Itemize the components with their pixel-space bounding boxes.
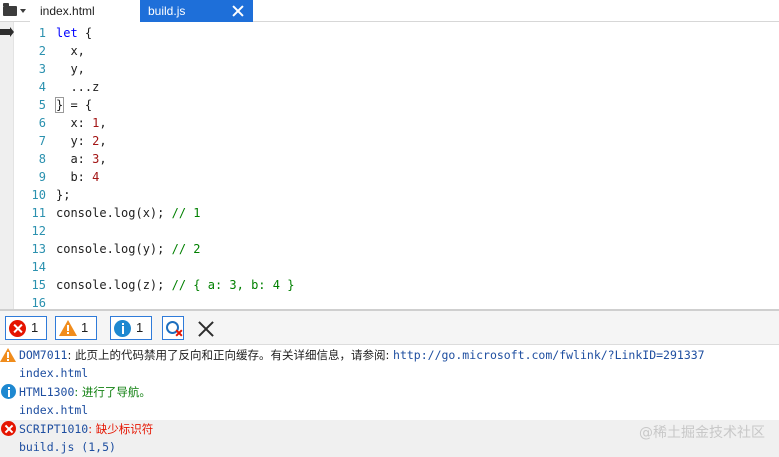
- code-line: 15 console.log(z); // { a: 3, b: 4 }: [14, 276, 295, 294]
- code-text: } = {: [55, 97, 93, 113]
- warning-message[interactable]: DOM7011: 此页上的代码禁用了反向和正向缓存。有关详细信息，请参阅: ht…: [0, 346, 779, 364]
- error-icon: [9, 320, 26, 337]
- warnings-count: 1: [81, 320, 89, 335]
- info-icon: [114, 320, 131, 337]
- code-text: console.log(z); // { a: 3, b: 4 }: [56, 278, 295, 292]
- warning-icon: [59, 320, 77, 336]
- close-icon[interactable]: [231, 4, 245, 18]
- code-line: 1 let {: [14, 24, 92, 42]
- tab-label: build.js: [148, 4, 186, 18]
- line-number: 4: [38, 80, 46, 94]
- info-count: 1: [136, 320, 144, 335]
- message-separator: :: [67, 348, 75, 362]
- chevron-down-icon: [20, 9, 26, 13]
- code-line: 2 x,: [14, 42, 85, 60]
- line-number: 15: [31, 278, 46, 292]
- code-line: 9 b: 4: [14, 168, 100, 186]
- code-text: console.log(x); // 1: [56, 206, 201, 220]
- line-number: 12: [31, 224, 46, 238]
- tab-build-js[interactable]: build.js: [140, 0, 253, 22]
- line-number: 1: [38, 26, 46, 40]
- message-text: 缺少标识符: [95, 422, 154, 436]
- message-text: 进行了导航。: [81, 385, 151, 399]
- message-code: DOM7011: [19, 348, 68, 362]
- code-lines: 1 let {2 x, 3 y, 4 ...z 5} = {6 x: 1, 7 y: 2,…: [14, 24, 295, 309]
- info-filter-button[interactable]: 1: [110, 316, 152, 340]
- line-number: 13: [31, 242, 46, 256]
- message-code: SCRIPT1010: [19, 422, 89, 436]
- code-line: 10};: [14, 186, 71, 204]
- tab-index-html[interactable]: index.html: [30, 0, 140, 22]
- code-line: 16: [14, 294, 46, 309]
- code-text: a: 3,: [56, 152, 107, 166]
- code-text: x,: [56, 44, 85, 58]
- help-link[interactable]: http://go.microsoft.com/fwlink/?LinkID=2…: [393, 348, 705, 362]
- code-line: 5 } = {: [14, 96, 92, 114]
- code-text: b: 4: [56, 170, 100, 184]
- clear-console-button[interactable]: [197, 320, 215, 338]
- code-line: 13 console.log(y); // 2: [14, 240, 201, 258]
- line-number: 3: [38, 62, 46, 76]
- message-source-link[interactable]: index.html: [0, 401, 779, 420]
- code-line: 7 y: 2,: [14, 132, 107, 150]
- info-message[interactable]: HTML1300: 进行了导航。: [0, 383, 779, 401]
- message-line: HTML1300: 进行了导航。: [19, 383, 151, 401]
- tab-label: index.html: [40, 4, 95, 18]
- line-number: 7: [38, 134, 46, 148]
- code-text: y: 2,: [56, 134, 107, 148]
- warning-icon: [0, 348, 16, 362]
- code-editor[interactable]: 1 let {2 x, 3 y, 4 ...z 5} = {6 x: 1, 7 y: 2,…: [0, 22, 779, 309]
- message-separator: :: [74, 385, 82, 399]
- line-number: 16: [31, 296, 46, 309]
- code-line: 4 ...z: [14, 78, 100, 96]
- code-line: 3 y,: [14, 60, 85, 78]
- line-number: 6: [38, 116, 46, 130]
- console-toolbar: 1 1 1: [0, 311, 779, 345]
- message-separator: :: [88, 422, 96, 436]
- open-document-button[interactable]: [0, 0, 30, 22]
- code-line: 6 x: 1,: [14, 114, 107, 132]
- glyph-margin[interactable]: [0, 22, 14, 309]
- code-line: 14: [14, 258, 46, 276]
- code-text: console.log(y); // 2: [56, 242, 201, 256]
- clear-mark-icon: [175, 329, 183, 337]
- current-statement-arrow-icon: [0, 27, 14, 37]
- line-number: 8: [38, 152, 46, 166]
- warnings-filter-button[interactable]: 1: [55, 316, 97, 340]
- error-icon: [1, 421, 16, 436]
- line-number: 14: [31, 260, 46, 274]
- line-number: 11: [31, 206, 46, 220]
- info-icon: [1, 384, 16, 399]
- message-source-link[interactable]: index.html: [0, 364, 779, 383]
- errors-count: 1: [31, 320, 39, 335]
- clear-on-navigate-toggle[interactable]: [162, 316, 184, 340]
- code-text: y,: [56, 62, 85, 76]
- line-number: 10: [31, 188, 46, 202]
- folder-icon: [3, 3, 17, 16]
- watermark: @稀土掘金技术社区: [639, 425, 765, 441]
- message-line: DOM7011: 此页上的代码禁用了反向和正向缓存。有关详细信息，请参阅: ht…: [19, 346, 705, 364]
- line-number: 9: [38, 170, 46, 184]
- code-line: 8 a: 3,: [14, 150, 107, 168]
- message-text: 此页上的代码禁用了反向和正向缓存。有关详细信息，请参阅:: [75, 348, 394, 362]
- code-line: 11 console.log(x); // 1: [14, 204, 201, 222]
- code-text: ...z: [56, 80, 100, 94]
- line-number: 5: [38, 98, 46, 112]
- code-text: x: 1,: [56, 116, 107, 130]
- line-number: 2: [38, 44, 46, 58]
- message-line: SCRIPT1010: 缺少标识符: [19, 420, 153, 438]
- tab-bar: index.html build.js: [0, 0, 779, 22]
- code-text: };: [56, 188, 71, 202]
- message-code: HTML1300: [19, 385, 75, 399]
- errors-filter-button[interactable]: 1: [5, 316, 47, 340]
- code-text: let {: [56, 26, 93, 40]
- code-line: 12: [14, 222, 46, 240]
